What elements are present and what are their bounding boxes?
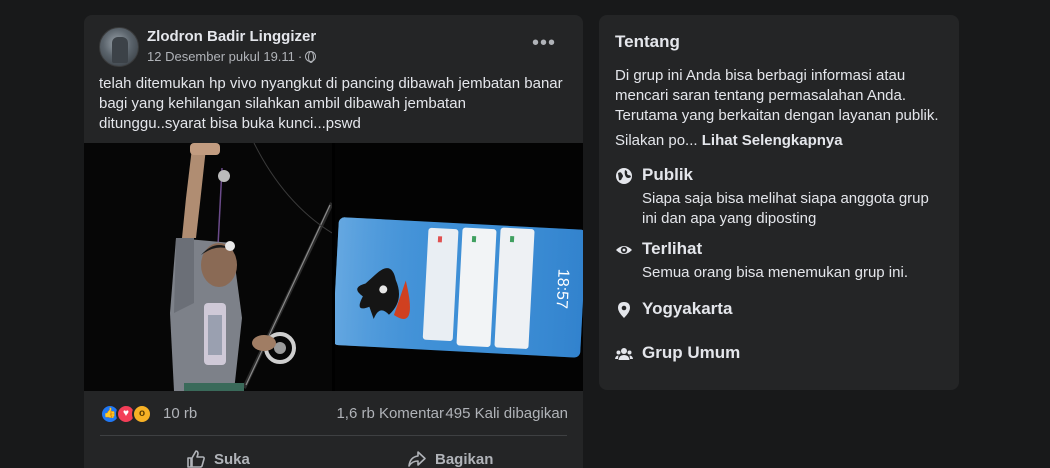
about-description: Di grup ini Anda bisa berbagi informasi … — [615, 67, 939, 124]
eye-icon — [616, 246, 632, 254]
more-options-icon[interactable]: ••• — [529, 33, 559, 57]
post-card: Zlodron Badir Linggizer 12 Desember puku… — [84, 15, 583, 468]
share-label: Bagikan — [435, 450, 494, 468]
reaction-icons[interactable]: 👍 ♥ o — [100, 404, 160, 424]
about-title: Tentang — [615, 32, 680, 51]
info-visible-title: Terlihat — [642, 239, 703, 258]
comment-count[interactable]: 1,6 rb Komentar — [336, 405, 444, 422]
reactions-bar: 👍 ♥ o 10 rb 1,6 rb Komentar 495 Kali dib… — [100, 403, 568, 425]
post-text: telah ditemukan hp vivo nyangkut di panc… — [99, 75, 563, 132]
info-public-desc: Siapa saja bisa melihat siapa anggota gr… — [642, 190, 929, 227]
about-card: Tentang Di grup ini Anda bisa berbagi in… — [599, 15, 959, 390]
photo-man-with-fishing-rod[interactable] — [84, 143, 332, 391]
like-label: Suka — [214, 450, 250, 468]
like-button[interactable]: Suka — [186, 441, 250, 468]
see-more-link[interactable]: Lihat Selengkapnya — [702, 132, 843, 149]
people-icon — [615, 348, 633, 360]
location-pin-icon — [618, 302, 630, 318]
avatar[interactable] — [99, 27, 139, 67]
info-visible-desc: Semua orang bisa menemukan grup ini. — [642, 264, 908, 281]
post-actions: Suka Bagikan — [100, 441, 567, 468]
wow-reaction-icon: o — [132, 404, 152, 424]
divider — [100, 435, 567, 436]
share-count[interactable]: 495 Kali dibagikan — [445, 405, 568, 422]
about-more: Silakan po... Lihat Selengkapnya — [615, 132, 843, 149]
globe-icon[interactable] — [305, 51, 317, 63]
meta-separator: · — [297, 49, 303, 64]
about-more-prefix: Silakan po... — [615, 132, 698, 149]
info-public-title: Publik — [642, 165, 694, 184]
post-meta: 12 Desember pukul 19.11 · — [147, 49, 317, 64]
photo-phone-screen[interactable]: 18:57 — [335, 143, 583, 391]
share-button[interactable]: Bagikan — [407, 441, 493, 468]
info-location-title[interactable]: Yogyakarta — [642, 299, 732, 319]
share-arrow-icon — [408, 451, 426, 467]
post-timestamp[interactable]: 12 Desember pukul 19.11 — [147, 49, 295, 64]
post-author-name[interactable]: Zlodron Badir Linggizer — [147, 28, 316, 45]
info-group-type-title: Grup Umum — [642, 343, 741, 362]
post-photos: 18:57 — [84, 143, 583, 391]
svg-text:18:57: 18:57 — [553, 268, 572, 309]
post-header: Zlodron Badir Linggizer 12 Desember puku… — [99, 27, 569, 67]
thumbs-up-icon — [187, 450, 205, 468]
globe-icon — [616, 168, 632, 184]
reaction-count[interactable]: 10 rb — [163, 405, 197, 422]
